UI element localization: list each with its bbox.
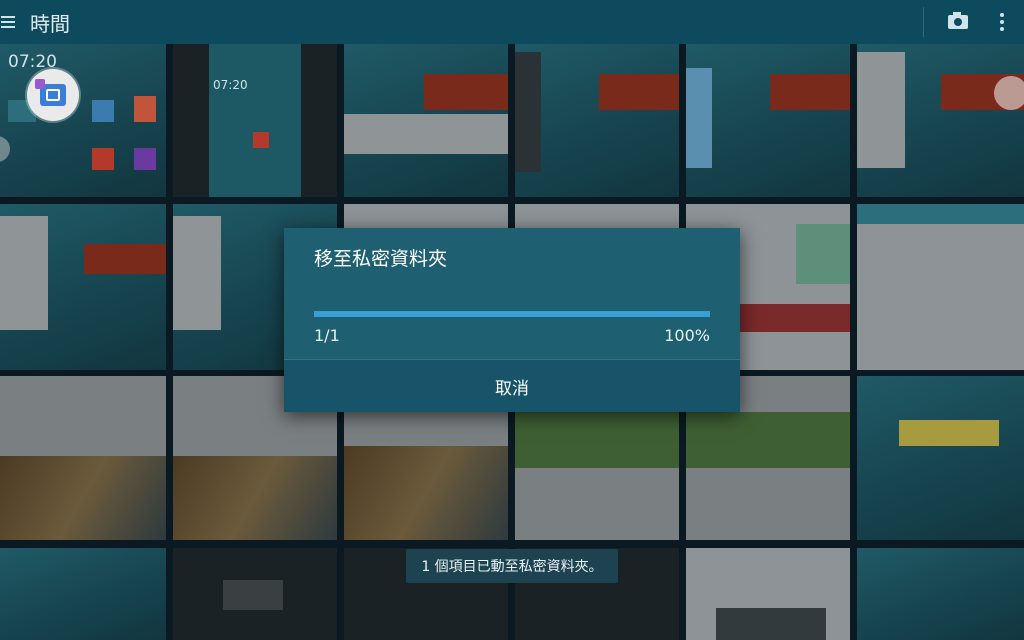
move-to-private-dialog: 移至私密資料夾 1/1 100% 取消 (284, 228, 740, 412)
progress-fill (314, 311, 710, 317)
thumbnail[interactable] (857, 376, 1024, 540)
app-bar-actions (923, 0, 1024, 44)
cancel-button[interactable]: 取消 (284, 360, 740, 412)
multi-window-button[interactable] (27, 69, 79, 121)
thumbnail[interactable] (686, 548, 850, 640)
toast-message: 1 個項目已動至私密資料夾。 (406, 549, 618, 583)
thumbnail[interactable] (857, 44, 1024, 197)
thumbnail[interactable] (0, 548, 166, 640)
thumbnail[interactable]: 07:20 (0, 44, 166, 197)
thumbnail[interactable] (344, 44, 508, 197)
thumbnail[interactable] (515, 44, 679, 197)
thumbnail-clock-text: 07:20 (213, 78, 248, 92)
progress-percent: 100% (664, 326, 710, 345)
thumbnail[interactable] (686, 44, 850, 197)
progress-bar (314, 311, 710, 317)
thumbnail[interactable]: 07:20 (173, 44, 337, 197)
thumbnail[interactable] (0, 204, 166, 370)
thumbnail[interactable] (0, 376, 166, 540)
hamburger-menu-icon[interactable] (0, 0, 30, 44)
action-divider (923, 7, 924, 37)
camera-button[interactable] (936, 0, 980, 44)
page-title: 時間 (30, 11, 70, 36)
thumbnail[interactable] (857, 204, 1024, 370)
dialog-title: 移至私密資料夾 (314, 248, 448, 270)
side-handle[interactable] (994, 76, 1024, 110)
app-bar: 時間 (0, 0, 1024, 44)
overflow-menu-button[interactable] (980, 0, 1024, 44)
thumbnail[interactable] (857, 548, 1024, 640)
progress-count: 1/1 (314, 326, 340, 345)
thumbnail[interactable] (173, 548, 337, 640)
more-vert-icon (1000, 13, 1004, 31)
multi-window-accent-icon (35, 79, 45, 89)
camera-icon (948, 12, 968, 29)
